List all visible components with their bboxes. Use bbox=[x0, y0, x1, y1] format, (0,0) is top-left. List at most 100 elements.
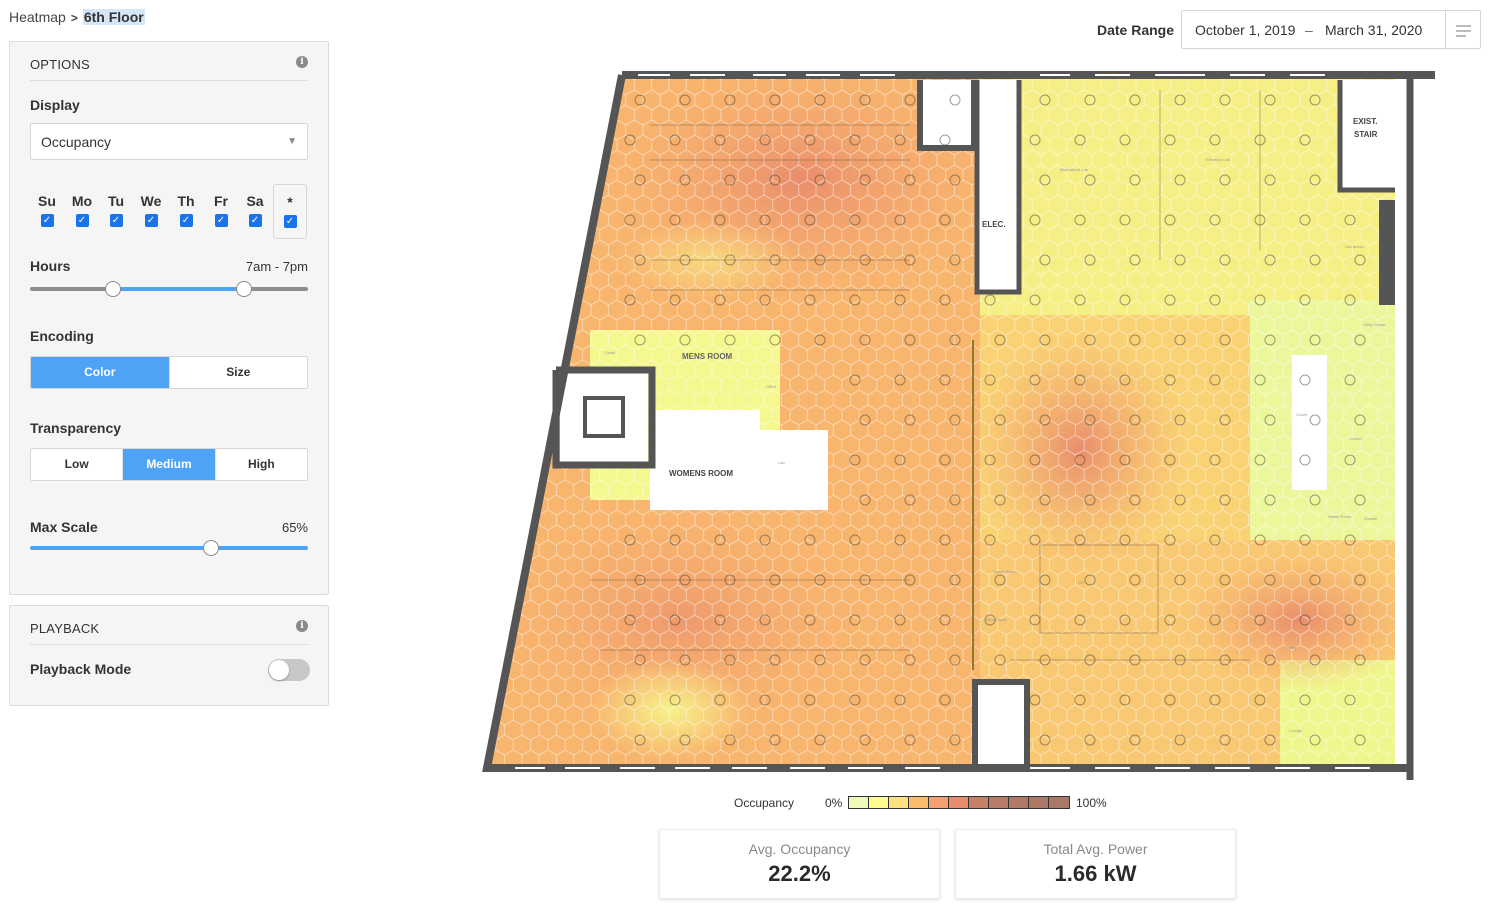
breadcrumb-root[interactable]: Heatmap bbox=[9, 9, 66, 25]
floor-plan-heatmap[interactable]: ELEC. EXIST. STAIR MENS ROOM WOMENS ROOM… bbox=[470, 60, 1450, 790]
breadcrumb-separator: > bbox=[70, 11, 78, 25]
max-scale-value: 65% bbox=[281, 520, 308, 535]
room-north-closet bbox=[922, 80, 974, 148]
day-tu: Tu ✓ bbox=[101, 184, 131, 228]
day-fr: Fr ✓ bbox=[206, 184, 236, 228]
label-mens-room: MENS ROOM bbox=[682, 352, 733, 361]
day-checkbox[interactable]: ✓ bbox=[214, 214, 228, 227]
day-checkbox[interactable]: ✓ bbox=[283, 215, 297, 228]
options-header: OPTIONS i bbox=[30, 56, 308, 81]
label-locker: Locker bbox=[1350, 436, 1363, 441]
label-mechanical-lab: Mechanical Lab bbox=[1060, 167, 1089, 172]
day-sa: Sa ✓ bbox=[240, 184, 270, 228]
legend-swatch bbox=[849, 797, 869, 808]
encoding-option-color[interactable]: Color bbox=[31, 357, 170, 388]
playback-mode-label: Playback Mode bbox=[30, 661, 132, 677]
day-label: Tu bbox=[107, 193, 125, 209]
day-label: Su bbox=[38, 193, 56, 209]
stat-title: Avg. Occupancy bbox=[748, 841, 851, 857]
day-checkbox[interactable]: ✓ bbox=[40, 214, 54, 227]
label-exist: EXIST. bbox=[1353, 117, 1377, 126]
day-selector: Su ✓ Mo ✓ Tu ✓ We ✓ Th ✓ Fr ✓ Sa ✓ * ✓ bbox=[30, 184, 310, 239]
stat-title: Total Avg. Power bbox=[1043, 841, 1148, 857]
playback-panel: PLAYBACK i Playback Mode bbox=[9, 605, 329, 706]
max-scale-slider[interactable] bbox=[30, 540, 308, 556]
legend-swatch bbox=[869, 797, 889, 808]
legend-swatch bbox=[1009, 797, 1029, 808]
legend-swatch bbox=[929, 797, 949, 808]
transparency-option-medium[interactable]: Medium bbox=[123, 449, 216, 480]
label-closet: Closet bbox=[1296, 412, 1308, 417]
playback-mode-toggle[interactable] bbox=[268, 659, 310, 681]
date-range-picker[interactable]: October 1, 2019 – March 31, 2020 bbox=[1181, 10, 1481, 49]
day-label: Mo bbox=[71, 193, 93, 209]
day-checkbox[interactable]: ✓ bbox=[179, 214, 193, 227]
legend-swatch bbox=[909, 797, 929, 808]
breadcrumb-current: 6th Floor bbox=[82, 9, 145, 25]
legend-swatch bbox=[969, 797, 989, 808]
room-elec bbox=[977, 80, 1019, 290]
hours-slider-range bbox=[113, 287, 245, 291]
legend-color-scale bbox=[848, 796, 1070, 809]
label-lab-annex: Lab Annex bbox=[1345, 244, 1364, 249]
encoding-toggle: Color Size bbox=[30, 356, 308, 389]
day-mo: Mo ✓ bbox=[67, 184, 97, 228]
date-range-end[interactable]: March 31, 2020 bbox=[1325, 22, 1422, 38]
transparency-option-low[interactable]: Low bbox=[31, 449, 124, 480]
day-checkbox[interactable]: ✓ bbox=[75, 214, 89, 227]
day-checkbox[interactable]: ✓ bbox=[144, 214, 158, 227]
stat-value: 1.66 kW bbox=[1054, 861, 1137, 886]
day-label: We bbox=[140, 193, 162, 209]
legend-max: 100% bbox=[1076, 796, 1107, 810]
hours-label: Hours bbox=[30, 258, 71, 274]
date-range-start[interactable]: October 1, 2019 bbox=[1195, 22, 1295, 38]
legend-swatch bbox=[889, 797, 909, 808]
day-th: Th ✓ bbox=[171, 184, 201, 228]
display-select[interactable]: Occupancy ▼ bbox=[30, 123, 308, 160]
transparency-toggle: Low Medium High bbox=[30, 448, 308, 481]
label-cr: CR bbox=[1078, 580, 1084, 585]
room-elevator-core bbox=[560, 370, 648, 465]
label-office: Office bbox=[766, 384, 777, 389]
label-stair: STAIR bbox=[1354, 130, 1378, 139]
encoding-option-size[interactable]: Size bbox=[170, 357, 308, 388]
day-we: We ✓ bbox=[136, 184, 166, 228]
playback-title: PLAYBACK bbox=[30, 621, 100, 636]
hours-slider[interactable] bbox=[30, 281, 308, 297]
day-label: Th bbox=[177, 193, 195, 209]
day-label: Sa bbox=[246, 193, 264, 209]
legend-label: Occupancy bbox=[734, 796, 795, 810]
room-closet bbox=[1292, 355, 1327, 490]
legend-min: 0% bbox=[825, 796, 843, 810]
label-pantry: Pantry bbox=[1285, 645, 1297, 650]
info-icon[interactable]: i bbox=[296, 56, 308, 68]
display-select-value: Occupancy bbox=[41, 134, 112, 150]
transparency-label: Transparency bbox=[30, 420, 122, 436]
label-shower: Shower bbox=[1364, 516, 1378, 521]
max-scale-handle[interactable] bbox=[202, 540, 219, 556]
transparency-option-high[interactable]: High bbox=[216, 449, 307, 480]
day-checkbox[interactable]: ✓ bbox=[248, 214, 262, 227]
day-label: * bbox=[287, 194, 293, 210]
day-label: Fr bbox=[214, 193, 228, 209]
legend-swatch bbox=[1049, 797, 1069, 808]
label-server-room: Server Room bbox=[993, 569, 1017, 574]
breadcrumb: Heatmap >6th Floor bbox=[9, 9, 145, 25]
chevron-down-icon: ▼ bbox=[287, 136, 297, 147]
menu-lines-icon[interactable] bbox=[1445, 11, 1480, 48]
label-utility-closet: Utility Closet bbox=[1363, 322, 1386, 327]
hours-slider-end-handle[interactable] bbox=[236, 281, 253, 297]
label-bike-repair: Bike Repair bbox=[986, 617, 1007, 622]
label-closet-west: Closet bbox=[604, 350, 616, 355]
encoding-label: Encoding bbox=[30, 328, 94, 344]
room-womens bbox=[650, 410, 760, 510]
room-lab bbox=[760, 430, 828, 510]
info-icon[interactable]: i bbox=[296, 620, 308, 632]
label-womens-room: WOMENS ROOM bbox=[669, 469, 733, 478]
day-checkbox[interactable]: ✓ bbox=[109, 214, 123, 227]
legend-swatch bbox=[989, 797, 1009, 808]
label-lounge: Lounge bbox=[1289, 728, 1303, 733]
toggle-knob bbox=[269, 660, 289, 680]
room-south-closet bbox=[975, 682, 1025, 764]
hours-slider-start-handle[interactable] bbox=[105, 281, 122, 297]
